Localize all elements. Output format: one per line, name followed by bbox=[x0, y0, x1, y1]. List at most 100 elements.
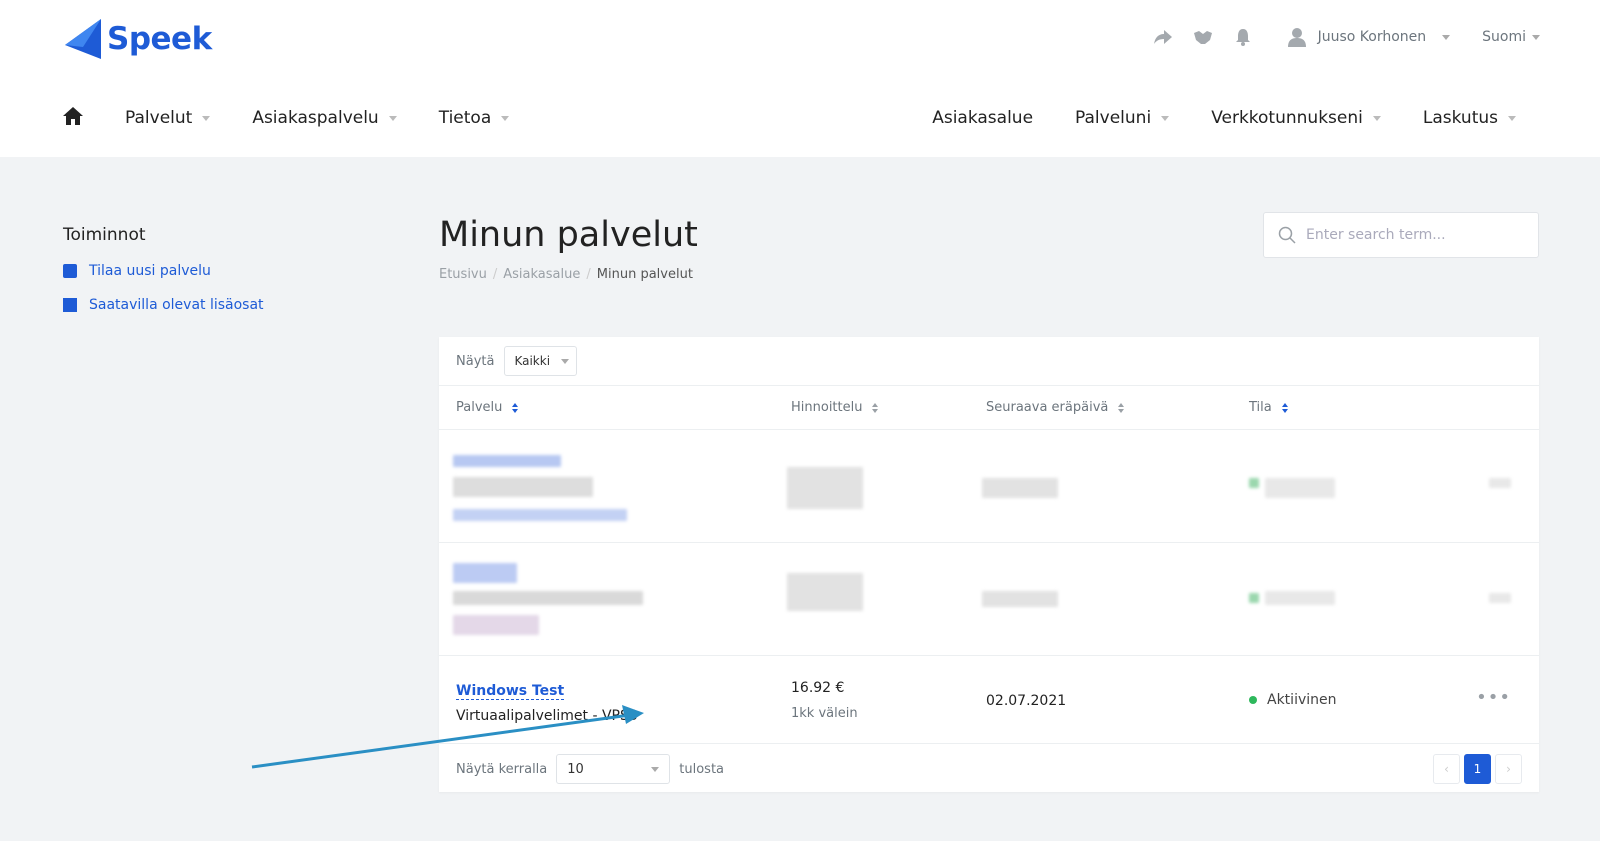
table-row-redacted[interactable] bbox=[439, 430, 1539, 543]
share-icon[interactable] bbox=[1152, 26, 1174, 48]
addons-icon bbox=[63, 298, 77, 312]
chevron-down-icon bbox=[202, 115, 211, 121]
column-header-pricing[interactable]: Hinnoittelu bbox=[791, 400, 879, 415]
site-header: Speek Juuso Korhonen Suomi Palvelut Asia… bbox=[0, 0, 1600, 157]
nav-item-asiakaspalvelu[interactable]: Asiakaspalvelu bbox=[252, 108, 397, 128]
column-header-status[interactable]: Tila bbox=[1249, 400, 1288, 415]
redacted-block bbox=[453, 477, 593, 497]
breadcrumb: Etusivu / Asiakasalue / Minun palvelut bbox=[439, 267, 1539, 282]
column-label: Seuraava eräpäivä bbox=[986, 400, 1109, 415]
sidebar: Toiminnot Tilaa uusi palvelu Saatavilla … bbox=[63, 225, 363, 331]
chevron-down-icon bbox=[1442, 34, 1451, 40]
breadcrumb-separator: / bbox=[586, 267, 591, 282]
table-toolbar: Näytä Kaikki bbox=[439, 337, 1539, 386]
nav-label: Asiakasalue bbox=[932, 108, 1034, 128]
column-header-next-due[interactable]: Seuraava eräpäivä bbox=[986, 400, 1125, 415]
sort-icon bbox=[1118, 402, 1125, 413]
bell-icon[interactable] bbox=[1232, 26, 1254, 48]
pagination-next[interactable]: › bbox=[1495, 754, 1522, 784]
redacted-block bbox=[453, 615, 539, 635]
chevron-down-icon bbox=[388, 115, 397, 121]
breadcrumb-separator: / bbox=[492, 267, 498, 282]
redacted-block bbox=[787, 573, 863, 611]
per-page-select[interactable]: 10 bbox=[556, 754, 671, 784]
brand-logo[interactable]: Speek bbox=[63, 17, 212, 61]
per-page-suffix: tulosta bbox=[679, 761, 725, 777]
show-label: Näytä bbox=[456, 353, 495, 369]
column-header-service[interactable]: Palvelu bbox=[456, 400, 519, 415]
redacted-block bbox=[453, 509, 627, 521]
sidebar-link-order-service[interactable]: Tilaa uusi palvelu bbox=[63, 263, 363, 279]
search-box bbox=[1263, 212, 1539, 258]
user-name: Juuso Korhonen bbox=[1317, 29, 1427, 45]
nav-item-palvelut[interactable]: Palvelut bbox=[125, 108, 211, 128]
nav-label: Palveluni bbox=[1075, 108, 1152, 128]
top-utility-bar: Juuso Korhonen Suomi bbox=[1152, 26, 1540, 48]
nav-label: Laskutus bbox=[1422, 108, 1498, 128]
service-product: Virtuaalipalvelimet - VPS3 bbox=[456, 708, 638, 724]
nav-item-verkkotunnukseni[interactable]: Verkkotunnukseni bbox=[1211, 108, 1381, 128]
chevron-down-icon bbox=[651, 767, 660, 772]
main-content: Minun palvelut Etusivu / Asiakasalue / Minun… bbox=[439, 212, 1539, 282]
next-due-date: 02.07.2021 bbox=[986, 693, 1067, 709]
status-dot-icon bbox=[1249, 696, 1257, 704]
redacted-block bbox=[453, 591, 643, 605]
chevron-down-icon bbox=[1508, 115, 1516, 121]
nav-item-asiakasalue[interactable]: Asiakasalue bbox=[932, 108, 1033, 128]
redacted-block bbox=[1265, 591, 1335, 605]
pagination-prev[interactable]: ‹ bbox=[1433, 754, 1460, 784]
chevron-down-icon bbox=[501, 115, 510, 121]
main-navigation: Palvelut Asiakaspalvelu Tietoa Asiakasal… bbox=[63, 100, 1516, 136]
language-selector[interactable]: Suomi bbox=[1482, 29, 1540, 45]
breadcrumb-client-area[interactable]: Asiakasalue bbox=[503, 267, 580, 282]
redacted-block bbox=[1249, 478, 1259, 488]
chevron-down-icon bbox=[1532, 34, 1540, 40]
redacted-block bbox=[787, 467, 863, 509]
sidebar-link-addons[interactable]: Saatavilla olevat lisäosat bbox=[63, 297, 363, 313]
brand-name: Speek bbox=[107, 21, 212, 57]
sort-icon bbox=[512, 402, 519, 413]
nav-item-palveluni[interactable]: Palveluni bbox=[1075, 108, 1170, 128]
per-page-label: Näytä kerralla bbox=[456, 761, 548, 777]
sort-icon bbox=[872, 402, 879, 413]
redacted-block bbox=[453, 455, 561, 467]
status-label: Aktiivinen bbox=[1267, 692, 1337, 708]
breadcrumb-home[interactable]: Etusivu bbox=[439, 267, 487, 282]
nav-label: Verkkotunnukseni bbox=[1211, 108, 1363, 128]
nav-label: Asiakaspalvelu bbox=[252, 108, 379, 128]
per-page-value: 10 bbox=[567, 761, 584, 777]
service-name-link[interactable]: Windows Test bbox=[456, 683, 565, 700]
column-label: Tila bbox=[1249, 400, 1272, 415]
table-footer: Näytä kerralla 10 tulosta ‹ 1 › bbox=[439, 746, 1539, 792]
sidebar-link-label: Tilaa uusi palvelu bbox=[89, 263, 211, 279]
sidebar-title: Toiminnot bbox=[63, 225, 146, 245]
handshake-icon[interactable] bbox=[1192, 26, 1214, 48]
column-label: Palvelu bbox=[456, 400, 503, 415]
chevron-down-icon bbox=[561, 359, 570, 364]
nav-item-laskutus[interactable]: Laskutus bbox=[1423, 108, 1516, 128]
services-table-panel: Näytä Kaikki Palvelu Hinnoittelu Seuraav… bbox=[439, 337, 1539, 792]
billing-cycle: 1kk välein bbox=[791, 706, 858, 721]
row-actions-button[interactable]: ••• bbox=[1476, 687, 1511, 708]
redacted-block bbox=[982, 591, 1058, 607]
nav-label: Tietoa bbox=[438, 108, 492, 128]
redacted-block bbox=[453, 563, 517, 583]
table-row[interactable]: Windows Test Virtuaalipalvelimet - VPS3 … bbox=[439, 656, 1539, 744]
nav-right-group: Asiakasalue Palveluni Verkkotunnukseni L… bbox=[890, 108, 1516, 128]
filter-select[interactable]: Kaikki bbox=[504, 346, 578, 376]
table-row-redacted[interactable] bbox=[439, 543, 1539, 656]
redacted-block bbox=[982, 478, 1058, 498]
chevron-down-icon bbox=[1161, 115, 1170, 121]
service-cell: Windows Test Virtuaalipalvelimet - VPS3 bbox=[456, 680, 638, 724]
user-menu[interactable]: Juuso Korhonen bbox=[1286, 26, 1451, 48]
table-header: Palvelu Hinnoittelu Seuraava eräpäivä Ti… bbox=[439, 386, 1539, 430]
search-input[interactable] bbox=[1306, 227, 1516, 243]
redacted-block bbox=[1249, 593, 1259, 603]
cart-icon bbox=[63, 264, 77, 278]
breadcrumb-current: Minun palvelut bbox=[596, 267, 693, 282]
language-label: Suomi bbox=[1482, 29, 1526, 45]
user-icon bbox=[1286, 26, 1308, 48]
pagination-page[interactable]: 1 bbox=[1464, 754, 1491, 784]
nav-item-tietoa[interactable]: Tietoa bbox=[439, 108, 510, 128]
home-icon[interactable] bbox=[63, 106, 83, 130]
